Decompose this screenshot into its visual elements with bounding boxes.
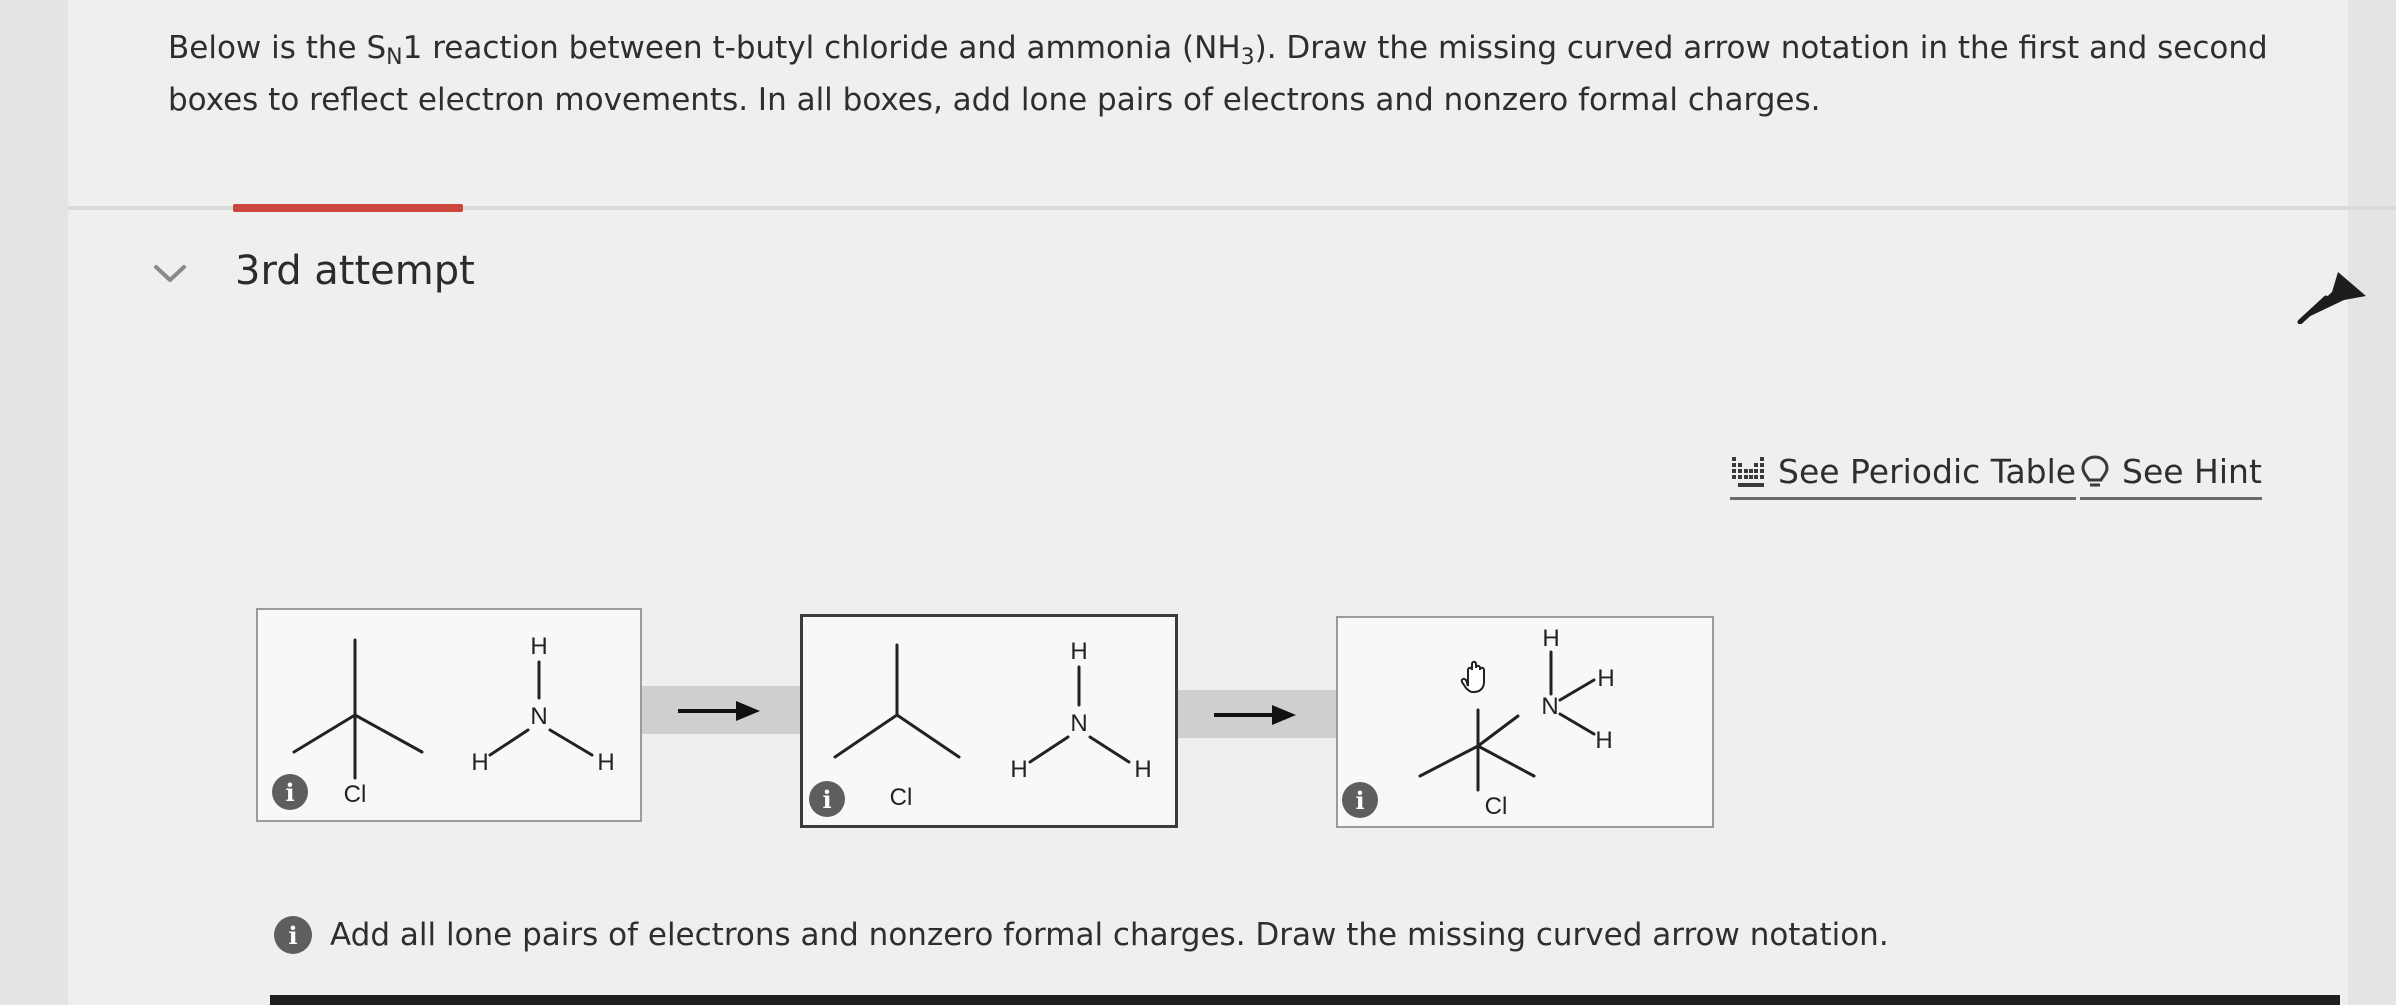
attempt-status-bar bbox=[233, 204, 463, 212]
reaction-box-1[interactable]: Cl H N H H i bbox=[256, 608, 642, 822]
box-3-structure: H H N H Cl bbox=[1418, 625, 1615, 820]
bottom-toolbar-edge bbox=[270, 995, 2340, 1005]
atom-label-hydrogen: H bbox=[530, 633, 547, 660]
hand-cursor-icon bbox=[1460, 660, 1485, 693]
bond bbox=[1476, 714, 1520, 748]
reaction-arrow-icon bbox=[678, 701, 760, 721]
reaction-arrow-icon bbox=[1214, 705, 1296, 725]
lightbulb-icon bbox=[2081, 454, 2109, 486]
reaction-box-2[interactable]: Cl H N H H i bbox=[800, 614, 1178, 828]
chevron-down-icon[interactable] bbox=[150, 262, 190, 286]
bond bbox=[833, 713, 899, 759]
info-icon[interactable]: i bbox=[272, 774, 308, 810]
atom-label-nitrogen: N bbox=[530, 703, 547, 730]
question-text-part: Below is the S bbox=[168, 30, 387, 66]
question-subscript: 3 bbox=[1240, 45, 1255, 70]
bond bbox=[292, 713, 357, 754]
reaction-box-3[interactable]: H H N H Cl i bbox=[1336, 616, 1714, 828]
see-periodic-table-label: See Periodic Table bbox=[1778, 452, 2077, 491]
pin-icon[interactable] bbox=[2296, 266, 2370, 324]
atom-label-hydrogen: H bbox=[1010, 756, 1027, 783]
bond bbox=[1476, 744, 1536, 778]
bond bbox=[548, 728, 594, 757]
see-hint-label: See Hint bbox=[2122, 452, 2262, 491]
see-hint-link[interactable]: See Hint bbox=[2080, 452, 2262, 500]
atom-label-hydrogen: H bbox=[1134, 756, 1151, 783]
info-icon: i bbox=[274, 916, 312, 954]
atom-label-nitrogen: N bbox=[1541, 693, 1558, 720]
bond bbox=[1088, 735, 1131, 764]
bond bbox=[1028, 735, 1070, 764]
box-2-structure: Cl H N H H bbox=[833, 638, 1152, 811]
bond bbox=[1558, 678, 1596, 702]
atom-label-hydrogen: H bbox=[597, 749, 614, 776]
bond bbox=[353, 713, 424, 754]
question-panel bbox=[68, 0, 2348, 1005]
bond bbox=[488, 728, 530, 757]
info-icon[interactable]: i bbox=[1342, 782, 1378, 818]
atom-label-chlorine: Cl bbox=[1485, 793, 1508, 820]
periodic-table-icon bbox=[1732, 456, 1764, 487]
atom-label-hydrogen: H bbox=[1070, 638, 1087, 665]
atom-label-hydrogen: H bbox=[1597, 665, 1614, 692]
bond bbox=[1558, 712, 1596, 736]
atom-label-hydrogen: H bbox=[1595, 727, 1612, 754]
atom-label-nitrogen: N bbox=[1070, 710, 1087, 737]
question-text: Below is the SN1 reaction between t-buty… bbox=[168, 22, 2298, 126]
info-icon[interactable]: i bbox=[809, 781, 845, 817]
feedback-message: i Add all lone pairs of electrons and no… bbox=[274, 916, 1889, 954]
atom-label-chlorine: Cl bbox=[344, 781, 367, 808]
bond bbox=[895, 713, 961, 759]
attempt-title[interactable]: 3rd attempt bbox=[235, 248, 475, 294]
atom-label-hydrogen: H bbox=[1542, 625, 1559, 652]
atom-label-hydrogen: H bbox=[471, 749, 488, 776]
atom-label-chlorine: Cl bbox=[890, 784, 913, 811]
see-periodic-table-link[interactable]: See Periodic Table bbox=[1730, 452, 2077, 500]
question-text-part: 1 reaction between t-butyl chloride and … bbox=[402, 30, 1241, 66]
box-1-structure: Cl H N H H bbox=[292, 633, 615, 808]
question-subscript: N bbox=[386, 45, 403, 70]
feedback-text: Add all lone pairs of electrons and nonz… bbox=[330, 917, 1889, 953]
bond bbox=[1418, 744, 1480, 778]
